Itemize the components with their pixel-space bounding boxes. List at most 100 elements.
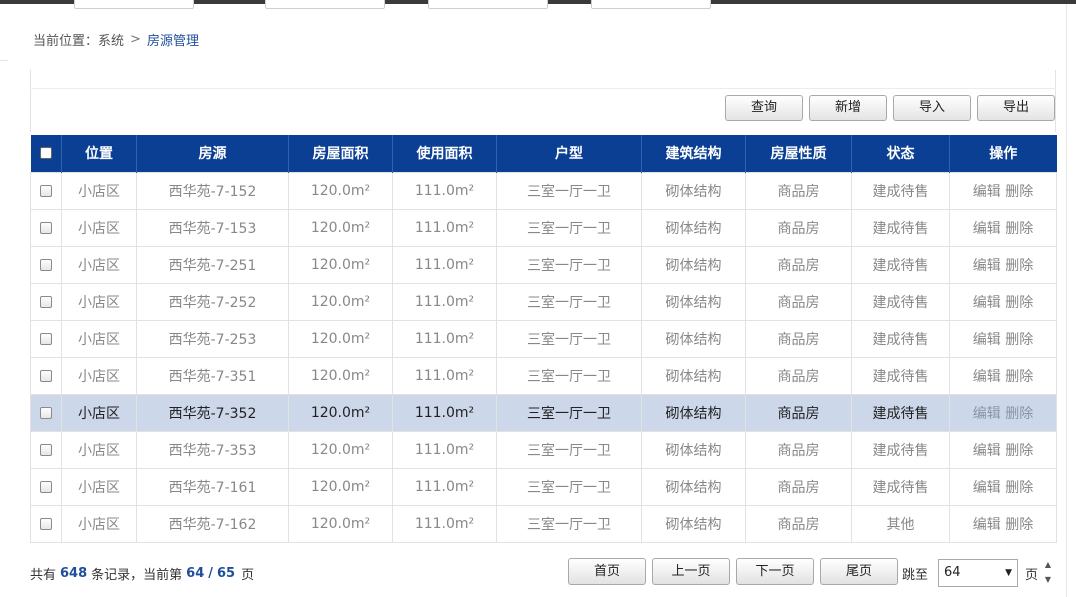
- row-select-cell[interactable]: [30, 504, 62, 543]
- delete-link[interactable]: 删除: [1005, 369, 1033, 385]
- cell-structure: 砌体结构: [641, 319, 746, 358]
- prev-page-button[interactable]: 上一页: [652, 558, 730, 585]
- cell-location: 小店区: [61, 282, 137, 321]
- cell-status: 建成待售: [851, 356, 950, 395]
- col-header-house: 房源: [136, 135, 289, 172]
- cell-house: 西华苑-7-251: [136, 245, 289, 284]
- table-row[interactable]: 小店区 西华苑-7-353 120.0m² 111.0m² 三室一厅一卫 砌体结构 商品房建…: [30, 430, 1057, 469]
- row-select-cell[interactable]: [30, 393, 62, 432]
- row-checkbox[interactable]: [40, 406, 52, 419]
- house-table: 位置 房源 房屋面积 使用面积 户型 建筑结构 房屋性质 状态 操作 小店区 西华…: [30, 135, 1057, 543]
- delete-link[interactable]: 删除: [1005, 406, 1033, 422]
- cell-status: 建成待售: [851, 245, 950, 284]
- cell-house: 西华苑-7-352: [136, 393, 289, 432]
- export-button[interactable]: 导出: [977, 95, 1055, 121]
- delete-link[interactable]: 删除: [1005, 480, 1033, 496]
- cell-usable-area: 111.0m²: [392, 430, 497, 469]
- table-row[interactable]: 小店区 西华苑-7-252 120.0m² 111.0m² 三室一厅一卫 砌体结构 商品房建…: [30, 282, 1057, 321]
- table-row[interactable]: 小店区 西华苑-7-153 120.0m² 111.0m² 三室一厅一卫 砌体结构 商品房建…: [30, 208, 1057, 247]
- table-row[interactable]: 小店区 西华苑-7-251 120.0m² 111.0m² 三室一厅一卫 砌体结构 商品房建…: [30, 245, 1057, 284]
- cell-area: 120.0m²: [288, 245, 393, 284]
- filter-input-3[interactable]: [428, 0, 548, 9]
- page-label: 页: [1025, 568, 1039, 583]
- delete-link[interactable]: 删除: [1005, 295, 1033, 311]
- row-checkbox[interactable]: [40, 480, 52, 493]
- row-select-cell[interactable]: [30, 467, 62, 506]
- table-row[interactable]: 小店区 西华苑-7-162 120.0m² 111.0m² 三室一厅一卫 砌体结构 商品房其…: [30, 504, 1057, 543]
- breadcrumb-root[interactable]: 系统: [98, 30, 124, 49]
- row-checkbox[interactable]: [40, 443, 52, 456]
- delete-link[interactable]: 删除: [1005, 184, 1033, 200]
- query-button[interactable]: 查询: [725, 95, 803, 121]
- filter-input-1[interactable]: [74, 0, 194, 9]
- page-spinner[interactable]: ▲ ▼: [1041, 557, 1055, 587]
- import-button[interactable]: 导入: [893, 95, 971, 121]
- row-select-cell[interactable]: [30, 356, 62, 395]
- pager-total-count: 648: [60, 566, 88, 581]
- select-all-cell[interactable]: [30, 135, 62, 172]
- cell-usable-area: 111.0m²: [392, 245, 497, 284]
- row-checkbox[interactable]: [40, 517, 52, 530]
- cell-actions: 编辑 删除: [949, 245, 1057, 284]
- table-row[interactable]: 小店区 西华苑-7-351 120.0m² 111.0m² 三室一厅一卫 砌体结构 商品房建…: [30, 356, 1057, 395]
- first-page-button[interactable]: 首页: [568, 558, 646, 585]
- filter-input-4[interactable]: [591, 0, 711, 9]
- select-all-checkbox[interactable]: [39, 147, 52, 160]
- row-select-cell[interactable]: [30, 282, 62, 321]
- delete-link[interactable]: 删除: [1005, 332, 1033, 348]
- row-select-cell[interactable]: [30, 171, 62, 210]
- edit-link[interactable]: 编辑: [973, 443, 1001, 459]
- jump-page-select[interactable]: 64 ▼: [938, 559, 1018, 587]
- row-checkbox[interactable]: [40, 295, 52, 308]
- row-select-cell[interactable]: [30, 245, 62, 284]
- delete-link[interactable]: 删除: [1005, 258, 1033, 274]
- cell-area: 120.0m²: [288, 282, 393, 321]
- pager-page-separator: /: [208, 566, 214, 581]
- cell-nature: 商品房: [745, 282, 852, 321]
- delete-link[interactable]: 删除: [1005, 443, 1033, 459]
- spin-up-icon[interactable]: ▲: [1041, 557, 1055, 572]
- row-checkbox[interactable]: [40, 221, 52, 234]
- table-row[interactable]: 小店区 西华苑-7-352 120.0m² 111.0m² 三室一厅一卫 砌体结构 商品房建…: [30, 393, 1057, 432]
- edit-link[interactable]: 编辑: [973, 258, 1001, 274]
- next-page-button[interactable]: 下一页: [736, 558, 814, 585]
- add-button[interactable]: 新增: [809, 95, 887, 121]
- row-checkbox[interactable]: [40, 369, 52, 382]
- edit-link[interactable]: 编辑: [973, 184, 1001, 200]
- col-header-location: 位置: [61, 135, 137, 172]
- row-select-cell[interactable]: [30, 319, 62, 358]
- cell-actions: 编辑 删除: [949, 171, 1057, 210]
- edit-link[interactable]: 编辑: [973, 221, 1001, 237]
- row-checkbox[interactable]: [40, 332, 52, 345]
- row-checkbox[interactable]: [40, 258, 52, 271]
- row-select-cell[interactable]: [30, 430, 62, 469]
- delete-link[interactable]: 删除: [1005, 221, 1033, 237]
- edit-link[interactable]: 编辑: [973, 369, 1001, 385]
- breadcrumb-current[interactable]: 房源管理: [147, 30, 199, 49]
- edit-link[interactable]: 编辑: [973, 480, 1001, 496]
- cell-layout: 三室一厅一卫: [496, 208, 642, 247]
- cell-status: 建成待售: [851, 393, 950, 432]
- cell-structure: 砌体结构: [641, 430, 746, 469]
- spin-down-icon[interactable]: ▼: [1041, 572, 1055, 587]
- cell-usable-area: 111.0m²: [392, 356, 497, 395]
- jump-label: 跳至: [902, 568, 929, 583]
- right-divider: [1066, 4, 1067, 597]
- filter-divider: [30, 88, 1056, 89]
- cell-area: 120.0m²: [288, 171, 393, 210]
- row-checkbox[interactable]: [40, 184, 52, 197]
- row-select-cell[interactable]: [30, 208, 62, 247]
- table-row[interactable]: 小店区 西华苑-7-253 120.0m² 111.0m² 三室一厅一卫 砌体结构 商品房建…: [30, 319, 1057, 358]
- edit-link[interactable]: 编辑: [973, 517, 1001, 533]
- edit-link[interactable]: 编辑: [973, 332, 1001, 348]
- edit-link[interactable]: 编辑: [973, 406, 1001, 422]
- filter-input-2[interactable]: [265, 0, 385, 9]
- edit-link[interactable]: 编辑: [973, 295, 1001, 311]
- delete-link[interactable]: 删除: [1005, 517, 1033, 533]
- cell-usable-area: 111.0m²: [392, 467, 497, 506]
- table-row[interactable]: 小店区 西华苑-7-161 120.0m² 111.0m² 三室一厅一卫 砌体结构 商品房建…: [30, 467, 1057, 506]
- cell-area: 120.0m²: [288, 208, 393, 247]
- cell-location: 小店区: [61, 171, 137, 210]
- last-page-button[interactable]: 尾页: [820, 558, 898, 585]
- table-row[interactable]: 小店区 西华苑-7-152 120.0m² 111.0m² 三室一厅一卫 砌体结构 商品房建…: [30, 171, 1057, 210]
